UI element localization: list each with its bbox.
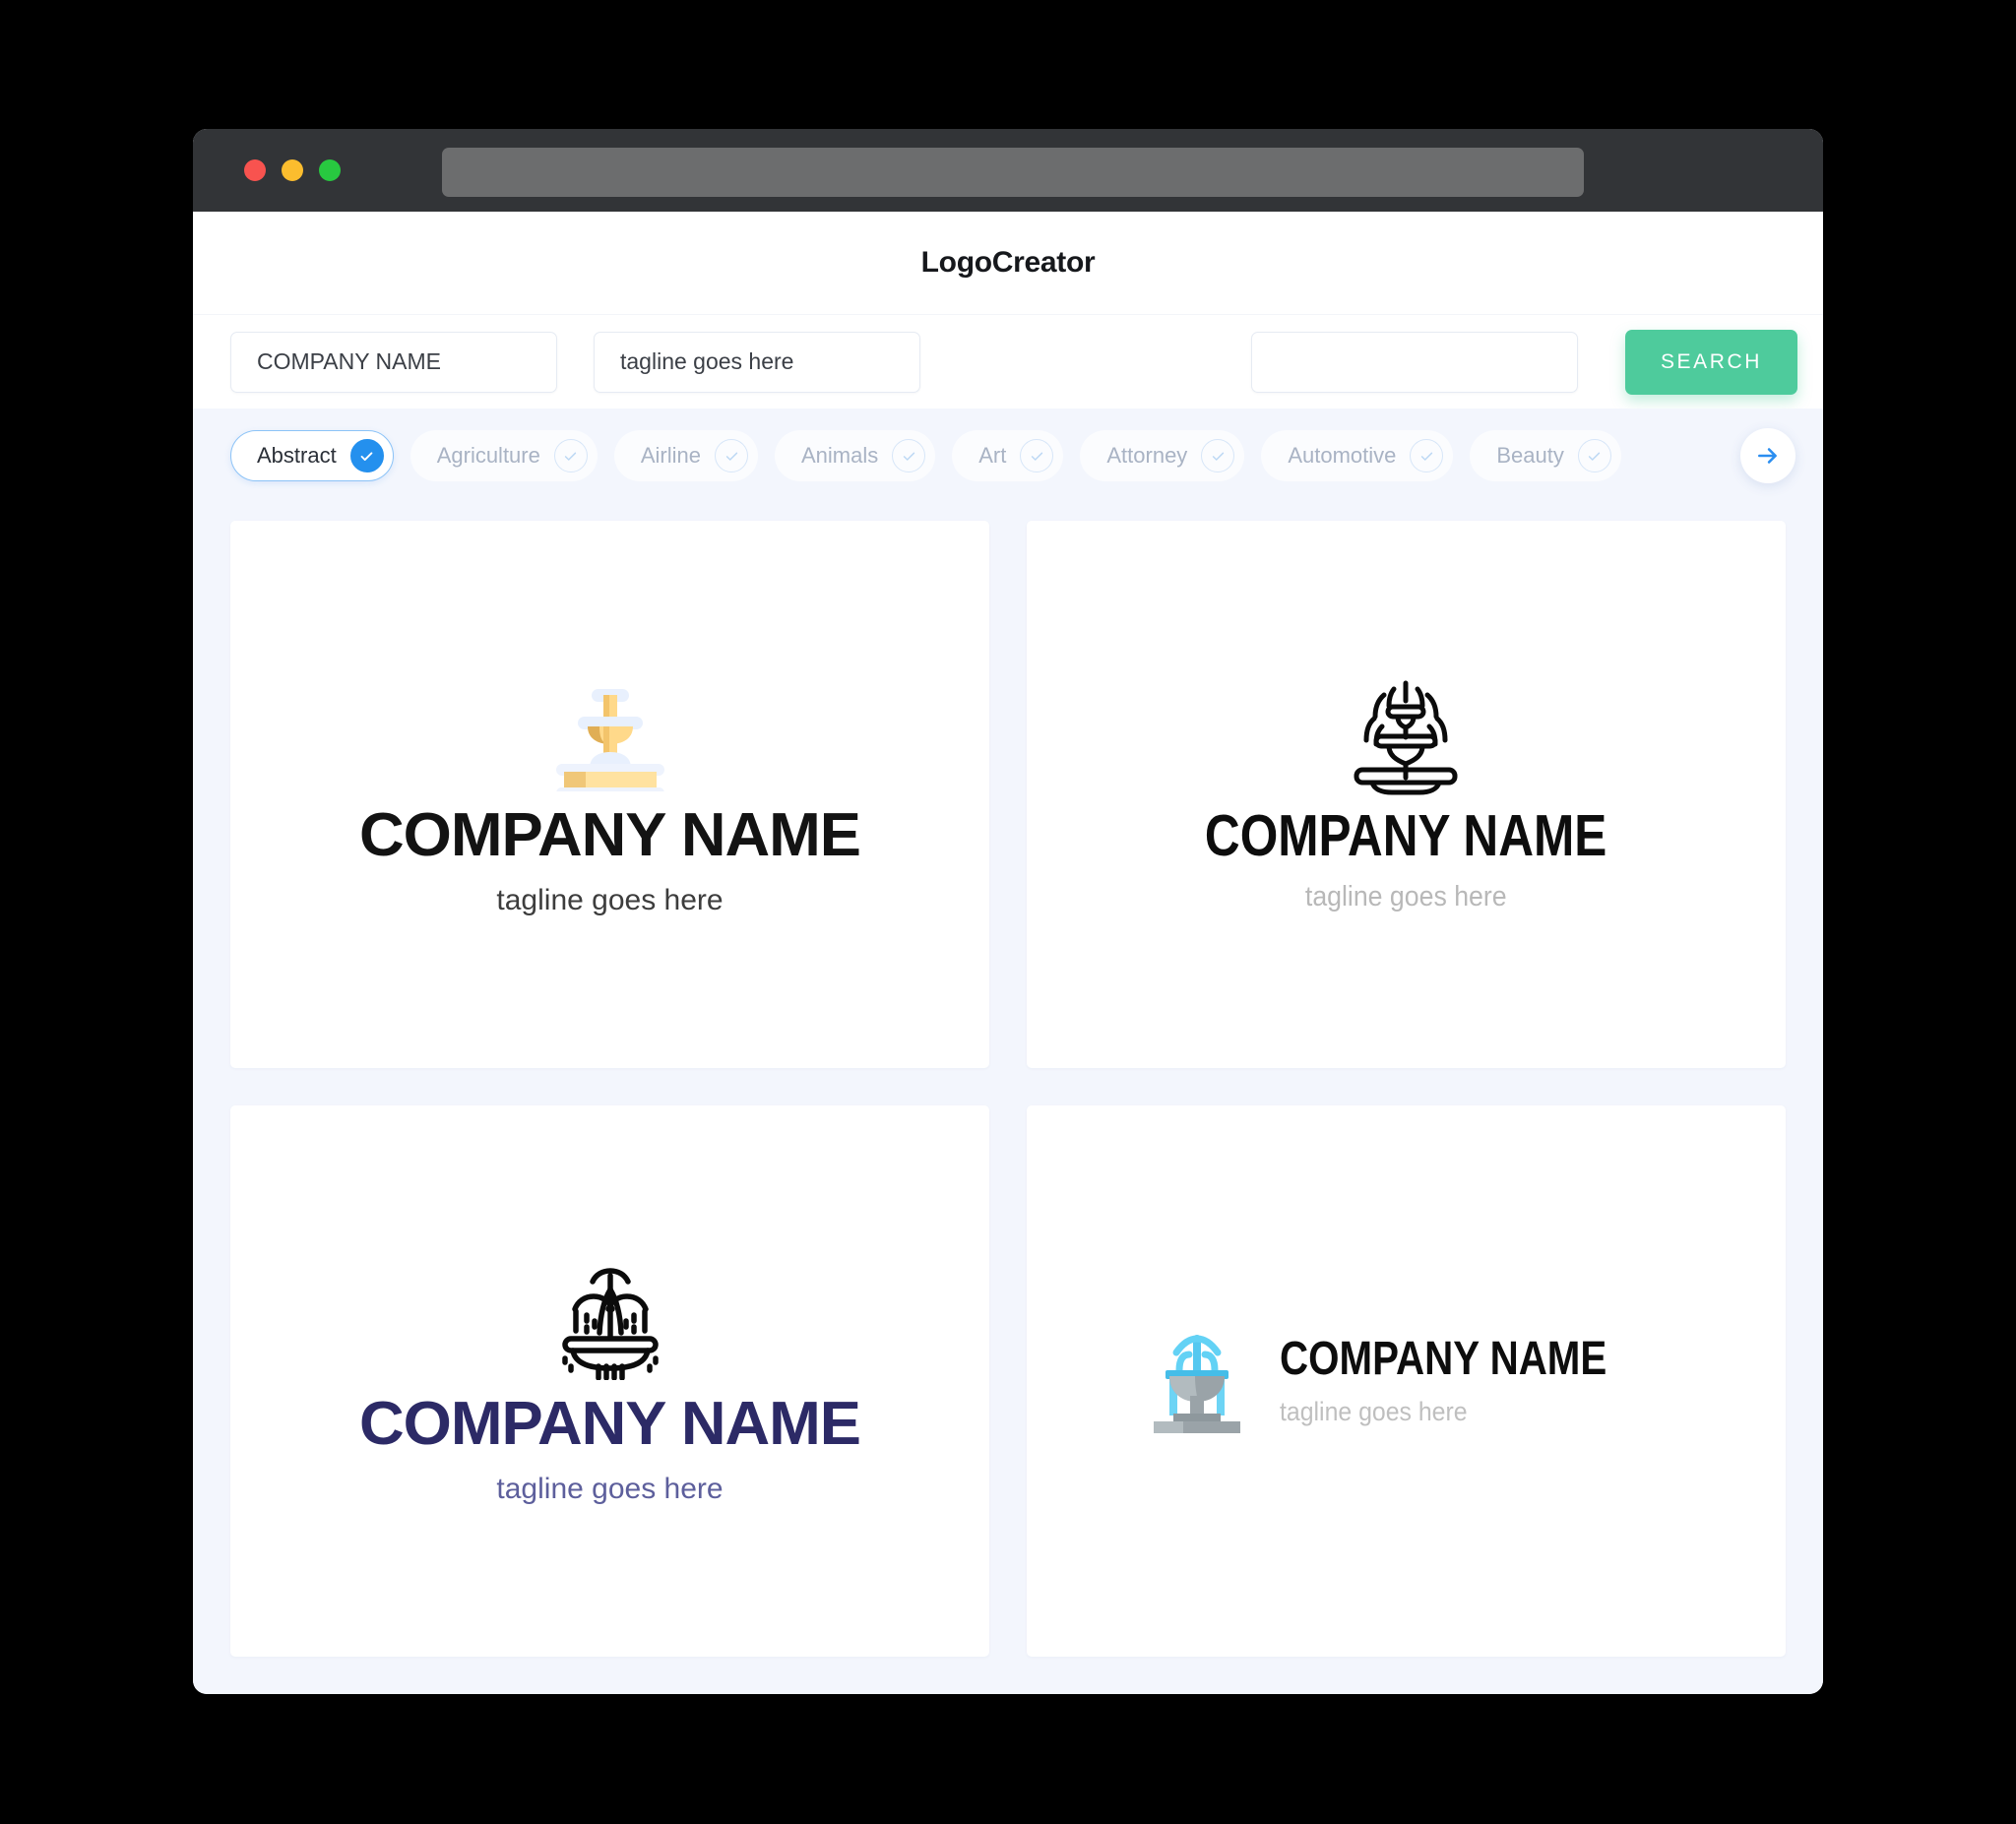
fountain-flat-cream-icon	[550, 673, 670, 791]
search-button[interactable]: SEARCH	[1625, 329, 1797, 395]
logo-text-block: COMPANY NAME tagline goes here	[1280, 1336, 1670, 1425]
company-name-input[interactable]	[230, 331, 557, 393]
check-circle-icon[interactable]	[715, 439, 748, 472]
check-circle-icon[interactable]	[1201, 439, 1235, 472]
logo-company-name: COMPANY NAME	[359, 800, 861, 869]
logo-card[interactable]: COMPANY NAME tagline goes here	[1027, 521, 1786, 1068]
category-chip-label: Beauty	[1496, 443, 1564, 468]
logo-card[interactable]: COMPANY NAME tagline goes here	[230, 521, 989, 1068]
category-chip-label: Animals	[801, 443, 879, 468]
logo-preview: COMPANY NAME tagline goes here	[1144, 1327, 1670, 1435]
logo-company-name: COMPANY NAME	[359, 1390, 861, 1459]
category-chip-attorney[interactable]: Attorney	[1080, 430, 1245, 481]
category-filter-bar: Abstract Agriculture Airline Animals Art Atto…	[193, 409, 1823, 503]
arrow-right-icon	[1758, 448, 1777, 464]
logo-tagline: tagline goes here	[496, 883, 724, 916]
search-toolbar: SEARCH	[193, 314, 1823, 409]
categories-next-button[interactable]	[1740, 428, 1796, 483]
logo-tagline: tagline goes here	[1279, 1397, 1468, 1427]
keyword-input[interactable]	[1251, 331, 1578, 393]
maximize-window-button[interactable]	[319, 159, 341, 181]
category-chip-abstract[interactable]: Abstract	[230, 430, 394, 481]
logo-preview: COMPANY NAME tagline goes here	[1166, 677, 1645, 912]
traffic-lights	[244, 159, 341, 181]
browser-window: LogoCreator SEARCH Abstract Agriculture Ai…	[193, 129, 1823, 1694]
category-chip-animals[interactable]: Animals	[775, 430, 936, 481]
browser-titlebar	[193, 129, 1823, 212]
page-title: LogoCreator	[920, 246, 1096, 279]
fountain-lineart-spray-icon	[545, 1257, 675, 1381]
url-bar[interactable]	[442, 148, 1584, 197]
category-chip-beauty[interactable]: Beauty	[1470, 430, 1621, 481]
close-window-button[interactable]	[244, 159, 266, 181]
category-chip-agriculture[interactable]: Agriculture	[410, 430, 598, 481]
check-circle-icon[interactable]	[349, 439, 384, 472]
category-chips: Abstract Agriculture Airline Animals Art Atto…	[230, 430, 1638, 481]
logo-tagline: tagline goes here	[1305, 880, 1507, 912]
logo-results-grid: COMPANY NAME tagline goes here COMPANY N…	[193, 503, 1823, 1694]
logo-preview: COMPANY NAME tagline goes here	[359, 1257, 861, 1506]
category-chip-art[interactable]: Art	[952, 430, 1064, 481]
logo-card[interactable]: COMPANY NAME tagline goes here	[230, 1104, 989, 1657]
logo-company-name: COMPANY NAME	[1279, 1333, 1606, 1386]
logo-preview: COMPANY NAME tagline goes here	[359, 673, 861, 916]
category-chip-label: Automotive	[1288, 443, 1397, 468]
category-chip-label: Abstract	[257, 443, 337, 468]
minimize-window-button[interactable]	[282, 159, 303, 181]
app-header: LogoCreator	[193, 212, 1823, 314]
check-circle-icon[interactable]	[1020, 439, 1054, 472]
category-chip-airline[interactable]: Airline	[613, 430, 758, 481]
category-chip-label: Attorney	[1106, 443, 1188, 468]
check-circle-icon[interactable]	[1577, 439, 1611, 472]
check-circle-icon[interactable]	[1410, 439, 1444, 472]
fountain-lineart-tiered-icon	[1345, 677, 1467, 795]
check-circle-icon[interactable]	[553, 439, 588, 472]
logo-card[interactable]: COMPANY NAME tagline goes here	[1027, 1104, 1786, 1657]
category-chip-label: Art	[978, 443, 1007, 468]
category-chip-label: Airline	[640, 443, 701, 468]
category-chip-automotive[interactable]: Automotive	[1261, 430, 1454, 481]
fountain-flat-blue-gray-icon	[1144, 1327, 1250, 1435]
logo-company-name: COMPANY NAME	[1205, 802, 1607, 868]
tagline-input[interactable]	[594, 331, 920, 393]
check-circle-icon[interactable]	[892, 439, 926, 472]
logo-tagline: tagline goes here	[496, 1473, 724, 1506]
category-chip-label: Agriculture	[436, 443, 540, 468]
